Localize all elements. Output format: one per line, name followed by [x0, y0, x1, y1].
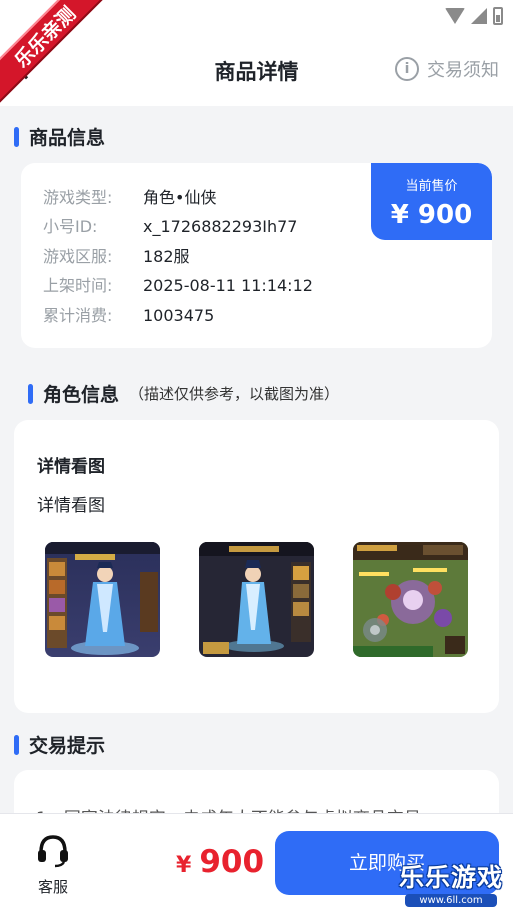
wifi-icon: [445, 8, 465, 24]
bottom-price: ¥ 900: [176, 844, 264, 880]
character-screenshot-2[interactable]: [199, 542, 314, 657]
product-info-heading: 商品信息: [14, 123, 105, 150]
section-title: 交易提示: [29, 735, 106, 757]
section-accent-bar: [14, 126, 19, 147]
info-label: 上架时间:: [43, 276, 113, 295]
trade-notice-link[interactable]: i 交易须知: [395, 56, 499, 82]
info-icon: i: [395, 57, 419, 81]
battle-screenshot-3[interactable]: [353, 542, 468, 657]
info-value: 1003475: [143, 306, 215, 325]
currency-symbol: ¥: [176, 853, 192, 878]
status-icons: [445, 7, 503, 25]
product-info-card: 游戏类型: 角色•仙侠 小号ID: x_1726882293Ih77 游戏区服:…: [21, 163, 492, 348]
info-value: 2025-08-11 11:14:12: [143, 276, 313, 295]
price-caption: 当前售价: [405, 179, 458, 194]
character-screenshot-1[interactable]: [45, 542, 160, 657]
battle-image: [353, 542, 468, 657]
role-info-heading: 角色信息 （描述仅供参考，以截图为准）: [28, 380, 339, 407]
customer-service-button[interactable]: 客服: [24, 832, 82, 897]
price-amount: ¥ 900: [390, 200, 473, 230]
section-title: 角色信息: [43, 384, 120, 406]
watermark-logo: 乐乐游戏 www.6ll.com: [395, 858, 507, 908]
current-price-box: 当前售价 ¥ 900: [371, 163, 492, 240]
info-row-account-id: 小号ID: x_1726882293Ih77: [43, 216, 297, 238]
section-accent-bar: [14, 734, 19, 755]
section-note: （描述仅供参考，以截图为准）: [129, 385, 340, 403]
section-title: 商品信息: [29, 127, 106, 149]
watermark-logo-url: www.6ll.com: [405, 894, 497, 907]
role-info-card: 详情看图 详情看图: [14, 420, 499, 713]
role-subtitle: 详情看图: [37, 457, 105, 477]
info-value: x_1726882293Ih77: [143, 217, 298, 236]
trade-notice-label: 交易须知: [427, 60, 499, 81]
battery-icon: [493, 7, 503, 25]
watermark-logo-text: 乐乐游戏: [398, 863, 503, 892]
info-label: 游戏区服:: [43, 247, 113, 266]
character-image: [45, 542, 160, 657]
customer-service-label: 客服: [37, 878, 68, 896]
signal-icon: [471, 8, 487, 24]
info-row-server: 游戏区服: 182服: [43, 246, 190, 268]
info-row-game-type: 游戏类型: 角色•仙侠: [43, 187, 216, 209]
nav-bar: 商品详情 i 交易须知: [0, 34, 513, 106]
info-label: 累计消费:: [43, 306, 113, 325]
info-label: 游戏类型:: [43, 188, 113, 207]
info-value: 182服: [143, 247, 190, 266]
trade-tips-heading: 交易提示: [14, 731, 105, 758]
section-accent-bar: [28, 383, 33, 404]
info-label: 小号ID:: [43, 217, 98, 236]
info-row-total-spend: 累计消费: 1003475: [43, 305, 214, 327]
price-value: 900: [199, 844, 265, 880]
info-row-listed-time: 上架时间: 2025-08-11 11:14:12: [43, 275, 313, 297]
info-value: 角色•仙侠: [143, 188, 217, 207]
headset-icon: [38, 835, 68, 868]
role-description: 详情看图: [37, 496, 105, 516]
character-image: [199, 542, 314, 657]
